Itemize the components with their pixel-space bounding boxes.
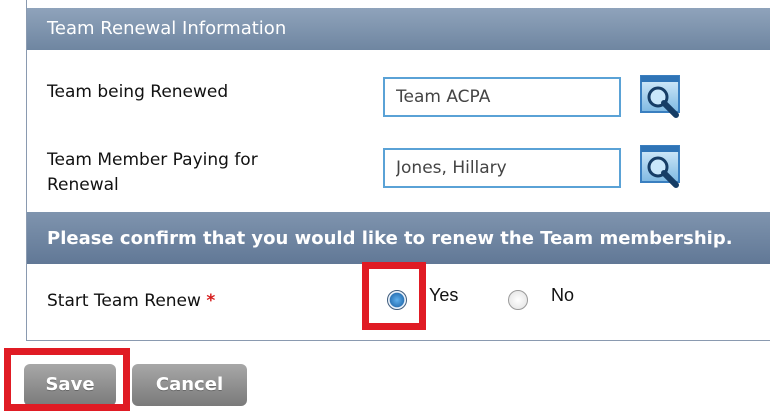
panel-header: Team Renewal Information xyxy=(27,8,770,50)
radio-yes-label[interactable]: Yes xyxy=(429,285,458,306)
panel-header-title: Team Renewal Information xyxy=(47,18,287,39)
confirm-bar: Please confirm that you would like to re… xyxy=(27,212,770,264)
member-lookup-button[interactable] xyxy=(639,144,691,190)
member-paying-label-line1: Team Member Paying for xyxy=(47,150,258,170)
start-renew-label: Start Team Renew * xyxy=(47,289,215,314)
highlight-box-yes xyxy=(362,262,426,330)
radio-no[interactable] xyxy=(508,290,528,310)
required-mark: * xyxy=(206,291,216,311)
team-renewed-input[interactable] xyxy=(383,77,621,117)
team-lookup-button[interactable] xyxy=(639,74,691,120)
member-paying-input[interactable] xyxy=(383,148,621,188)
magnifier-icon xyxy=(640,145,680,188)
magnifier-icon xyxy=(640,75,680,118)
member-paying-label-line2: Renewal xyxy=(47,175,119,195)
cancel-button[interactable]: Cancel xyxy=(132,364,247,406)
radio-no-label[interactable]: No xyxy=(551,285,574,306)
start-renew-label-text: Start Team Renew xyxy=(47,291,201,311)
highlight-box-save xyxy=(4,348,130,411)
team-renewed-label: Team being Renewed xyxy=(47,82,229,102)
member-paying-label: Team Member Paying for Renewal xyxy=(47,148,258,198)
confirm-message: Please confirm that you would like to re… xyxy=(47,228,733,249)
